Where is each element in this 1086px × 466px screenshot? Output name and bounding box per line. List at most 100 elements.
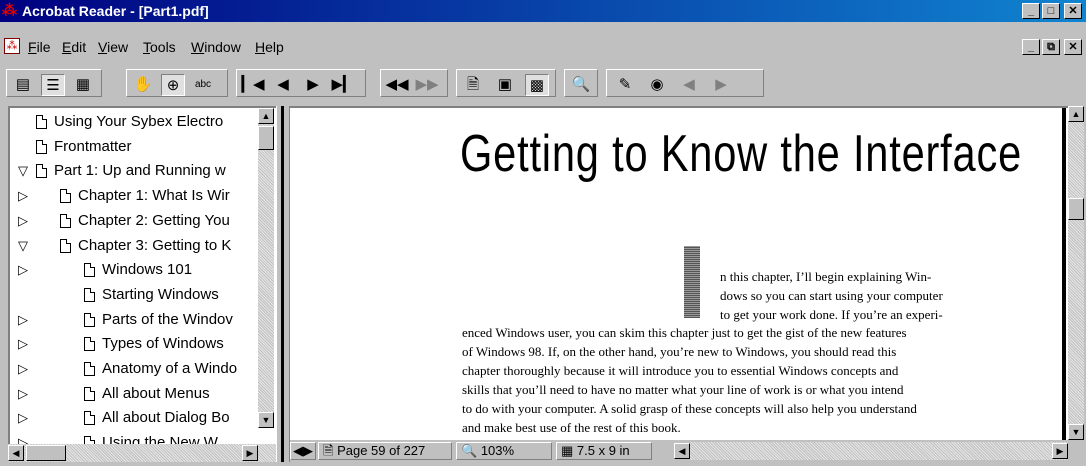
next-page-icon[interactable]: ▶ [301,74,325,96]
body-line: skills that you’ll need to have no matte… [462,382,904,397]
acrobat-logo-icon: ⁂ [2,2,17,19]
body-line: chapter thoroughly because it will intro… [462,363,899,378]
bookmark-item[interactable]: ▷ Types of Windows [10,332,260,356]
window-title: Acrobat Reader - [Part1.pdf] [22,3,209,19]
search-icon[interactable]: ✎ [613,74,637,96]
thumbnails-page-icon[interactable]: ▦ [71,74,95,96]
go-back-icon[interactable]: ◀◀ [385,74,409,96]
pane-splitter[interactable] [276,106,290,462]
scroll-down-icon[interactable]: ▼ [258,412,274,428]
bookmark-item[interactable]: ▷ All about Menus [10,382,260,406]
fit-page-icon[interactable]: ▣ [493,74,517,96]
actual-size-icon[interactable]: 🗎 [461,74,485,96]
minimize-icon[interactable]: _ [1022,3,1040,19]
menu-tools[interactable]: Tools [143,38,176,56]
collapse-arrow-icon[interactable]: ▷ [18,184,32,208]
collapse-arrow-icon[interactable]: ▷ [18,357,32,381]
collapse-arrow-icon[interactable]: ▷ [18,332,32,356]
bookmark-item[interactable]: ▽ Part 1: Up and Running w [10,159,260,183]
maximize-icon[interactable]: □ [1042,3,1060,19]
document-icon[interactable]: ⁂ [4,38,20,54]
page-number: Page 59 of 227 [337,443,426,458]
collapse-arrow-icon[interactable]: ▷ [18,258,32,282]
search-previous-icon[interactable]: ◀ [677,74,701,96]
scroll-thumb[interactable] [258,126,274,150]
search-results-icon[interactable]: ◉ [645,74,669,96]
bookmarks-horizontal-scrollbar[interactable]: ◀ ▶ [8,444,276,462]
menu-file[interactable]: File [28,38,51,56]
body-line: enced Windows user, you can skim this ch… [462,325,907,340]
page-icon: 🗎 [323,443,338,458]
first-page-icon[interactable]: ▎◀ [241,74,265,96]
page-only-icon[interactable]: ▤ [11,74,35,96]
scroll-left-icon[interactable]: ◀ [674,443,690,459]
scroll-right-icon[interactable]: ▶ [242,445,258,461]
collapse-arrow-icon[interactable]: ▷ [18,209,32,233]
expand-arrow-icon[interactable]: ▽ [18,234,32,258]
find-icon[interactable]: 🔍 [569,74,593,96]
scroll-up-icon[interactable]: ▲ [1068,106,1084,122]
last-page-icon[interactable]: ▶▎ [331,74,355,96]
bookmark-label: Anatomy of a Windo [102,360,238,377]
text-select-icon[interactable]: abc [191,74,215,96]
go-forward-icon[interactable]: ▶▶ [415,74,439,96]
split-arrows-icon[interactable]: ◀▶ [290,442,316,460]
collapse-arrow-icon[interactable]: ▷ [18,308,32,332]
scroll-up-icon[interactable]: ▲ [258,108,274,124]
fit-width-icon[interactable]: ▩ [525,74,549,96]
previous-page-icon[interactable]: ◀ [271,74,295,96]
doc-close-icon[interactable]: ✕ [1064,39,1082,55]
bookmark-label: Windows 101 [102,261,193,279]
doc-restore-icon[interactable]: ⧉ [1042,39,1060,55]
find-group: 🔍 [564,69,598,97]
menu-view[interactable]: View [98,38,128,56]
bookmark-label: All about Menus [102,384,210,402]
bookmark-item[interactable]: ▷ Anatomy of a Windo [10,357,260,381]
bookmarks-vertical-scrollbar[interactable]: ▲ ▼ [258,108,274,428]
bookmark-item[interactable]: ▷ Chapter 2: Getting You [10,209,260,233]
doc-minimize-icon[interactable]: _ [1022,39,1040,55]
bookmark-page-icon [84,337,95,352]
expand-arrow-icon[interactable]: ▽ [18,159,32,183]
document-view[interactable]: Getting to Know the Interface n this cha… [290,106,1068,440]
search-group: ✎ ◉ ◀ ▶ [606,69,764,97]
bookmark-label: Part 1: Up and Running w [54,162,226,180]
scroll-thumb-horizontal[interactable] [26,445,66,461]
page-edge [1062,108,1066,440]
bookmark-item[interactable]: Frontmatter [10,135,260,159]
menu-window[interactable]: Window [191,38,241,56]
menu-help[interactable]: Help [255,38,284,56]
zoom-level: 103% [480,443,515,458]
scroll-left-icon[interactable]: ◀ [8,445,24,461]
close-icon[interactable]: ✕ [1064,3,1082,19]
bookmark-item[interactable]: ▷ Parts of the Windov [10,308,260,332]
bookmark-page-icon [36,115,47,129]
page-number-field[interactable]: 🗎 Page 59 of 227 [318,442,452,460]
bookmark-item[interactable]: ▷ Chapter 1: What Is Wir [10,184,260,208]
collapse-arrow-icon[interactable]: ▷ [18,406,32,430]
zoom-tool-icon[interactable]: ⊕ [161,74,185,96]
scroll-thumb[interactable] [1068,198,1084,220]
bookmark-item[interactable]: Using Your Sybex Electro [10,110,260,134]
bookmark-item[interactable]: ▷ All about Dialog Bo [10,406,260,430]
document-horizontal-scrollbar[interactable]: ◀ ▶ [674,442,1068,460]
bookmarks-page-icon[interactable]: ☰ [41,74,65,96]
bookmark-page-icon [36,164,47,179]
scroll-right-icon[interactable]: ▶ [1052,443,1068,459]
page-size-icon: ▦ [561,443,577,458]
bookmark-item[interactable]: Starting Windows [10,283,260,307]
zoom-field[interactable]: 🔍 103% [456,442,552,460]
body-line: n this chapter, I’ll begin explaining Wi… [720,269,932,284]
tools-group: ✋ ⊕ abc [126,69,228,97]
collapse-arrow-icon[interactable]: ▷ [18,382,32,406]
bookmark-item[interactable]: ▽ Chapter 3: Getting to K [10,234,260,258]
bookmark-label: Chapter 2: Getting You [78,211,230,229]
menu-edit[interactable]: Edit [62,38,86,56]
bookmark-item[interactable]: ▷ Windows 101 [10,258,260,282]
body-line: of Windows 98. If, on the other hand, yo… [462,344,897,359]
hand-tool-icon[interactable]: ✋ [131,74,155,96]
search-next-icon[interactable]: ▶ [709,74,733,96]
scroll-down-icon[interactable]: ▼ [1068,424,1084,440]
document-vertical-scrollbar[interactable]: ▲ ▼ [1068,106,1084,440]
bookmark-label: Using Your Sybex Electro [54,113,224,130]
